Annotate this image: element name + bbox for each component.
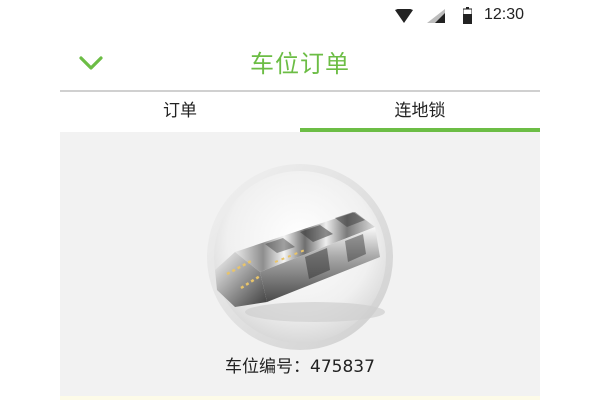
status-time: 12:30 bbox=[484, 6, 525, 23]
battery-icon bbox=[463, 7, 472, 24]
wifi-icon bbox=[395, 9, 413, 23]
app-header: 车位订单 bbox=[60, 32, 540, 90]
tab-bar: 订单 连地锁 bbox=[60, 92, 540, 132]
tab-connect-lock-label: 连地锁 bbox=[394, 101, 446, 121]
tab-orders[interactable]: 订单 bbox=[60, 92, 300, 132]
signal-icon bbox=[427, 9, 445, 23]
status-bar: 12:30 bbox=[0, 0, 600, 32]
tab-orders-label: 订单 bbox=[163, 101, 197, 121]
tab-connect-lock[interactable]: 连地锁 bbox=[300, 92, 540, 132]
parking-lock-image bbox=[207, 164, 393, 350]
bottom-strip bbox=[60, 396, 540, 400]
main-content: 车位编号：475837 bbox=[60, 132, 540, 400]
parking-spot-number: 车位编号：475837 bbox=[225, 357, 375, 377]
page-title: 车位订单 bbox=[250, 50, 350, 78]
